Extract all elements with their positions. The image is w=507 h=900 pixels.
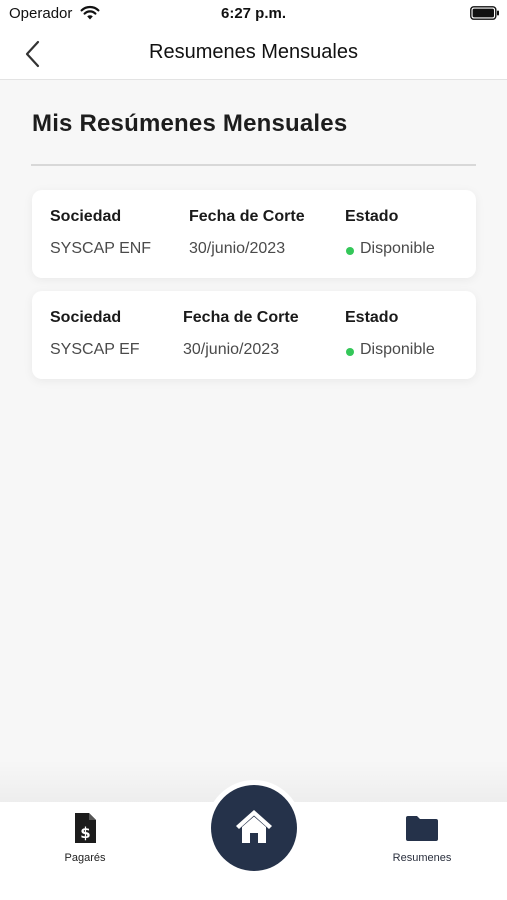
cutoff-date-label: Fecha de Corte	[189, 208, 305, 225]
summary-card[interactable]: Sociedad Fecha de Corte Estado SYSCAP EN…	[32, 190, 476, 278]
company-label: Sociedad	[50, 208, 122, 225]
status-bar: Operador 6:27 p.m.	[0, 0, 507, 28]
status-label: Estado	[345, 208, 399, 225]
page-title: Mis Resúmenes Mensuales	[32, 110, 348, 137]
svg-text:$: $	[80, 824, 90, 842]
status-value: Disponible	[360, 240, 435, 257]
status-dot-icon	[346, 348, 354, 356]
company-label: Sociedad	[50, 309, 122, 326]
company-value: SYSCAP ENF	[50, 240, 152, 257]
company-value: SYSCAP EF	[50, 341, 140, 358]
tab-label: Pagarés	[64, 852, 106, 864]
heading-divider	[31, 164, 476, 166]
cutoff-date-label: Fecha de Corte	[183, 309, 299, 326]
cutoff-date-value: 30/junio/2023	[189, 240, 286, 257]
tab-resumenes[interactable]: Resumenes	[362, 812, 482, 872]
folder-icon	[406, 816, 438, 841]
tab-label: Resumenes	[392, 852, 452, 864]
battery-icon	[470, 6, 499, 20]
home-icon	[236, 810, 272, 843]
status-value: Disponible	[360, 341, 435, 358]
home-button[interactable]	[206, 780, 302, 876]
document-dollar-icon: $	[75, 813, 96, 843]
status-label: Estado	[345, 309, 399, 326]
home-button-circle	[211, 785, 297, 871]
status-time: 6:27 p.m.	[220, 5, 287, 22]
status-dot-icon	[346, 247, 354, 255]
cutoff-date-value: 30/junio/2023	[183, 341, 280, 358]
tab-pagares[interactable]: $ Pagarés	[25, 812, 145, 872]
navigation-bar: Resumenes Mensuales	[0, 28, 507, 80]
nav-title: Resumenes Mensuales	[149, 41, 358, 63]
summary-card[interactable]: Sociedad Fecha de Corte Estado SYSCAP EF…	[32, 291, 476, 379]
